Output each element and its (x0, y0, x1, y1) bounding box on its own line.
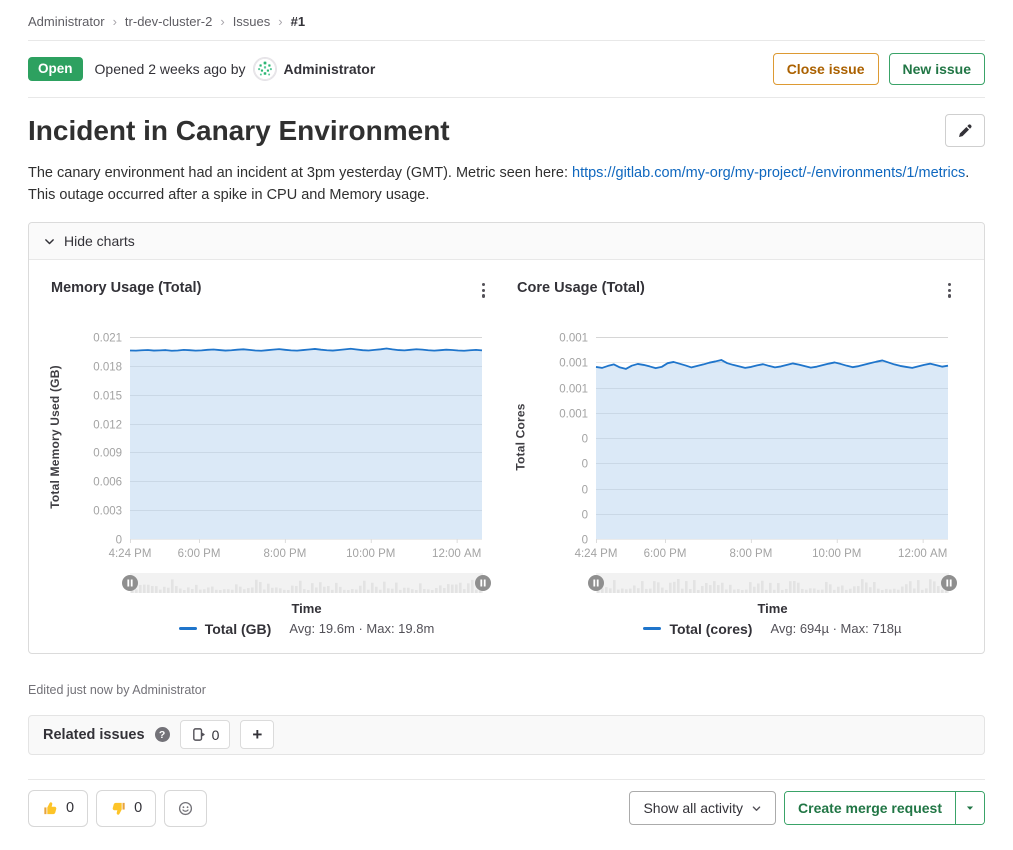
pencil-icon (957, 123, 973, 139)
core-usage-chart: Core Usage (Total) Total Cores Time Tota… (517, 280, 957, 637)
edited-note: Edited just now by Administrator (28, 683, 985, 697)
chart-title: Core Usage (Total) (517, 280, 645, 296)
slider-track[interactable] (130, 573, 483, 593)
slider-handle-left-icon[interactable] (588, 575, 604, 591)
chart-legend[interactable]: Total (GB) Avg: 19.6m · Max: 19.8m (130, 621, 483, 637)
memory-usage-chart: Memory Usage (Total) Total Memory Used (… (51, 280, 491, 637)
create-merge-request-button[interactable]: Create merge request (785, 792, 955, 824)
breadcrumb-current-issue: #1 (291, 14, 305, 29)
smiley-icon (178, 800, 193, 817)
chart-legend[interactable]: Total (cores) Avg: 694µ · Max: 718µ (596, 621, 949, 637)
description-text: The canary environment had an incident a… (28, 165, 572, 181)
legend-swatch (179, 627, 197, 631)
chart-kebab-menu-icon[interactable] (942, 280, 957, 301)
title-row: Incident in Canary Environment (28, 114, 985, 148)
divider (28, 779, 985, 780)
hide-charts-toggle[interactable]: Hide charts (29, 223, 984, 260)
activity-filter-dropdown[interactable]: Show all activity (629, 791, 776, 825)
add-reaction-button[interactable] (164, 790, 207, 827)
hide-charts-label: Hide charts (64, 233, 135, 249)
issue-description: The canary environment had an incident a… (28, 163, 985, 206)
related-issues-label: Related issues (43, 727, 145, 743)
thumbs-up-button[interactable]: 0 (28, 790, 88, 827)
metrics-charts-panel: Hide charts Memory Usage (Total) Total M… (28, 222, 985, 654)
help-icon[interactable]: ? (155, 727, 170, 742)
create-merge-request-caret-button[interactable] (955, 792, 984, 824)
charts-container: Memory Usage (Total) Total Memory Used (… (29, 260, 984, 653)
chart-title: Memory Usage (Total) (51, 280, 201, 296)
issue-status-bar: Open Opened 2 weeks ago by (28, 41, 985, 97)
caret-down-icon (965, 803, 975, 813)
related-issues-count-value: 0 (212, 727, 220, 743)
legend-stats: Avg: 694µ · Max: 718µ (770, 621, 901, 636)
status-badge: Open (28, 57, 83, 81)
slider-handle-left-icon[interactable] (122, 575, 138, 591)
legend-series-name: Total (cores) (669, 621, 752, 637)
divider (28, 97, 985, 98)
breadcrumb-issues[interactable]: Issues (233, 14, 271, 29)
thumbs-down-count: 0 (134, 800, 142, 816)
slider-handle-right-icon[interactable] (475, 575, 491, 591)
close-issue-button[interactable]: Close issue (773, 53, 879, 85)
opened-text: Opened 2 weeks ago by (95, 61, 246, 77)
time-range-slider (130, 573, 483, 593)
memory-usage-chart-canvas[interactable] (65, 325, 483, 563)
breadcrumb: Administrator › tr-dev-cluster-2 › Issue… (28, 0, 985, 40)
issue-icon (191, 727, 206, 742)
page-title: Incident in Canary Environment (28, 114, 945, 148)
legend-series-name: Total (GB) (205, 621, 272, 637)
metrics-link[interactable]: https://gitlab.com/my-org/my-project/-/e… (572, 165, 965, 181)
new-issue-button[interactable]: New issue (889, 53, 985, 85)
issue-page: Administrator › tr-dev-cluster-2 › Issue… (0, 0, 1013, 827)
thumbs-up-count: 0 (66, 800, 74, 816)
slider-handle-right-icon[interactable] (941, 575, 957, 591)
author-name[interactable]: Administrator (284, 61, 376, 77)
time-range-slider (596, 573, 949, 593)
x-axis-title: Time (130, 601, 483, 616)
activity-filter-label: Show all activity (643, 800, 743, 816)
y-axis-title: Total Cores (513, 335, 529, 539)
breadcrumb-separator-icon: › (278, 14, 282, 29)
chart-kebab-menu-icon[interactable] (476, 280, 491, 301)
legend-swatch (643, 627, 661, 631)
slider-track[interactable] (596, 573, 949, 593)
edit-title-button[interactable] (945, 114, 985, 147)
breadcrumb-project[interactable]: tr-dev-cluster-2 (125, 14, 212, 29)
chevron-down-icon (751, 803, 762, 814)
y-axis-title: Total Memory Used (GB) (47, 335, 63, 539)
thumbs-down-icon (110, 800, 127, 817)
thumbs-up-icon (42, 800, 59, 817)
breadcrumb-separator-icon: › (220, 14, 224, 29)
avatar[interactable] (253, 57, 277, 81)
create-merge-request-split-button: Create merge request (784, 791, 985, 825)
opened-meta: Opened 2 weeks ago by Administra (95, 57, 376, 81)
footer-actions-row: 0 0 Show all activity (28, 790, 985, 827)
breadcrumb-separator-icon: › (113, 14, 117, 29)
chevron-down-icon (43, 235, 56, 248)
legend-stats: Avg: 19.6m · Max: 19.8m (289, 621, 434, 636)
x-axis-title: Time (596, 601, 949, 616)
related-issues-count: 0 (180, 720, 231, 749)
breadcrumb-group[interactable]: Administrator (28, 14, 105, 29)
thumbs-down-button[interactable]: 0 (96, 790, 156, 827)
add-related-issue-button[interactable]: + (240, 720, 274, 749)
core-usage-chart-canvas[interactable] (531, 325, 949, 563)
related-issues-card: Related issues ? 0 + (28, 715, 985, 755)
